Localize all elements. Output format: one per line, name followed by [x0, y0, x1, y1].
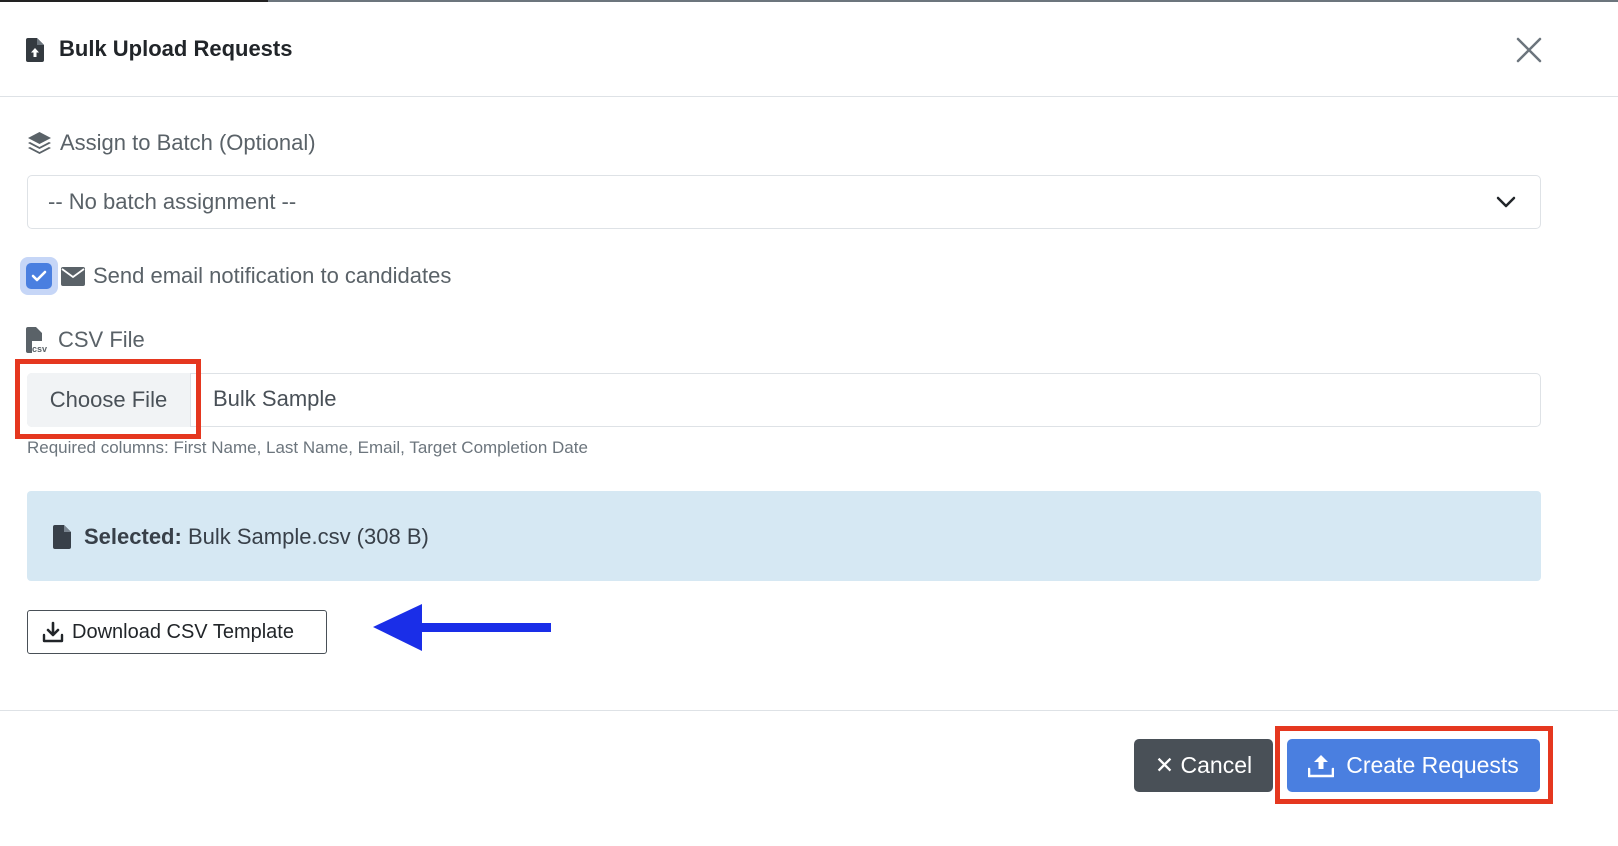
modal-title: Bulk Upload Requests	[59, 36, 293, 61]
email-notification-checkbox[interactable]	[26, 263, 52, 289]
chevron-down-icon	[1496, 196, 1516, 208]
csv-file-label-text: CSV File	[58, 327, 145, 352]
batch-label-text: Assign to Batch (Optional)	[60, 130, 316, 155]
batch-select-value: -- No batch assignment --	[48, 189, 297, 214]
csv-help-text: Required columns: First Name, Last Name,…	[27, 438, 588, 457]
selected-file-text: Selected: Bulk Sample.csv (308 B)	[84, 524, 429, 550]
close-icon[interactable]	[1514, 35, 1544, 65]
annotation-arrow-icon	[373, 604, 551, 651]
svg-text:csv: csv	[32, 344, 47, 353]
selected-file-alert: Selected: Bulk Sample.csv (308 B)	[27, 491, 1541, 581]
download-icon	[42, 621, 64, 643]
create-requests-highlight	[1275, 726, 1553, 804]
download-csv-template-button[interactable]: Download CSV Template	[27, 610, 327, 654]
email-notification-text: Send email notification to candidates	[93, 263, 452, 288]
check-icon	[31, 270, 47, 282]
choose-file-highlight	[15, 359, 201, 439]
file-icon	[53, 525, 71, 549]
batch-label: Assign to Batch (Optional)	[27, 130, 316, 156]
modal-header: Bulk Upload Requests	[0, 2, 1618, 97]
cancel-button[interactable]: ✕ Cancel	[1134, 739, 1273, 792]
file-upload-icon	[26, 38, 44, 62]
file-csv-icon: csv	[26, 327, 47, 353]
batch-select[interactable]: -- No batch assignment --	[27, 175, 1541, 229]
email-checkbox-focus-ring	[20, 257, 58, 295]
selected-file-value: Bulk Sample.csv (308 B)	[187, 524, 429, 549]
envelope-icon	[61, 266, 85, 286]
csv-file-label: csv CSV File	[26, 327, 145, 353]
email-notification-label[interactable]: Send email notification to candidates	[61, 263, 451, 289]
selected-prefix: Selected:	[84, 524, 182, 549]
layers-icon	[28, 132, 51, 154]
modal-footer-divider	[0, 710, 1618, 711]
selected-file-name: Bulk Sample	[213, 386, 337, 411]
download-template-label: Download CSV Template	[72, 620, 294, 643]
